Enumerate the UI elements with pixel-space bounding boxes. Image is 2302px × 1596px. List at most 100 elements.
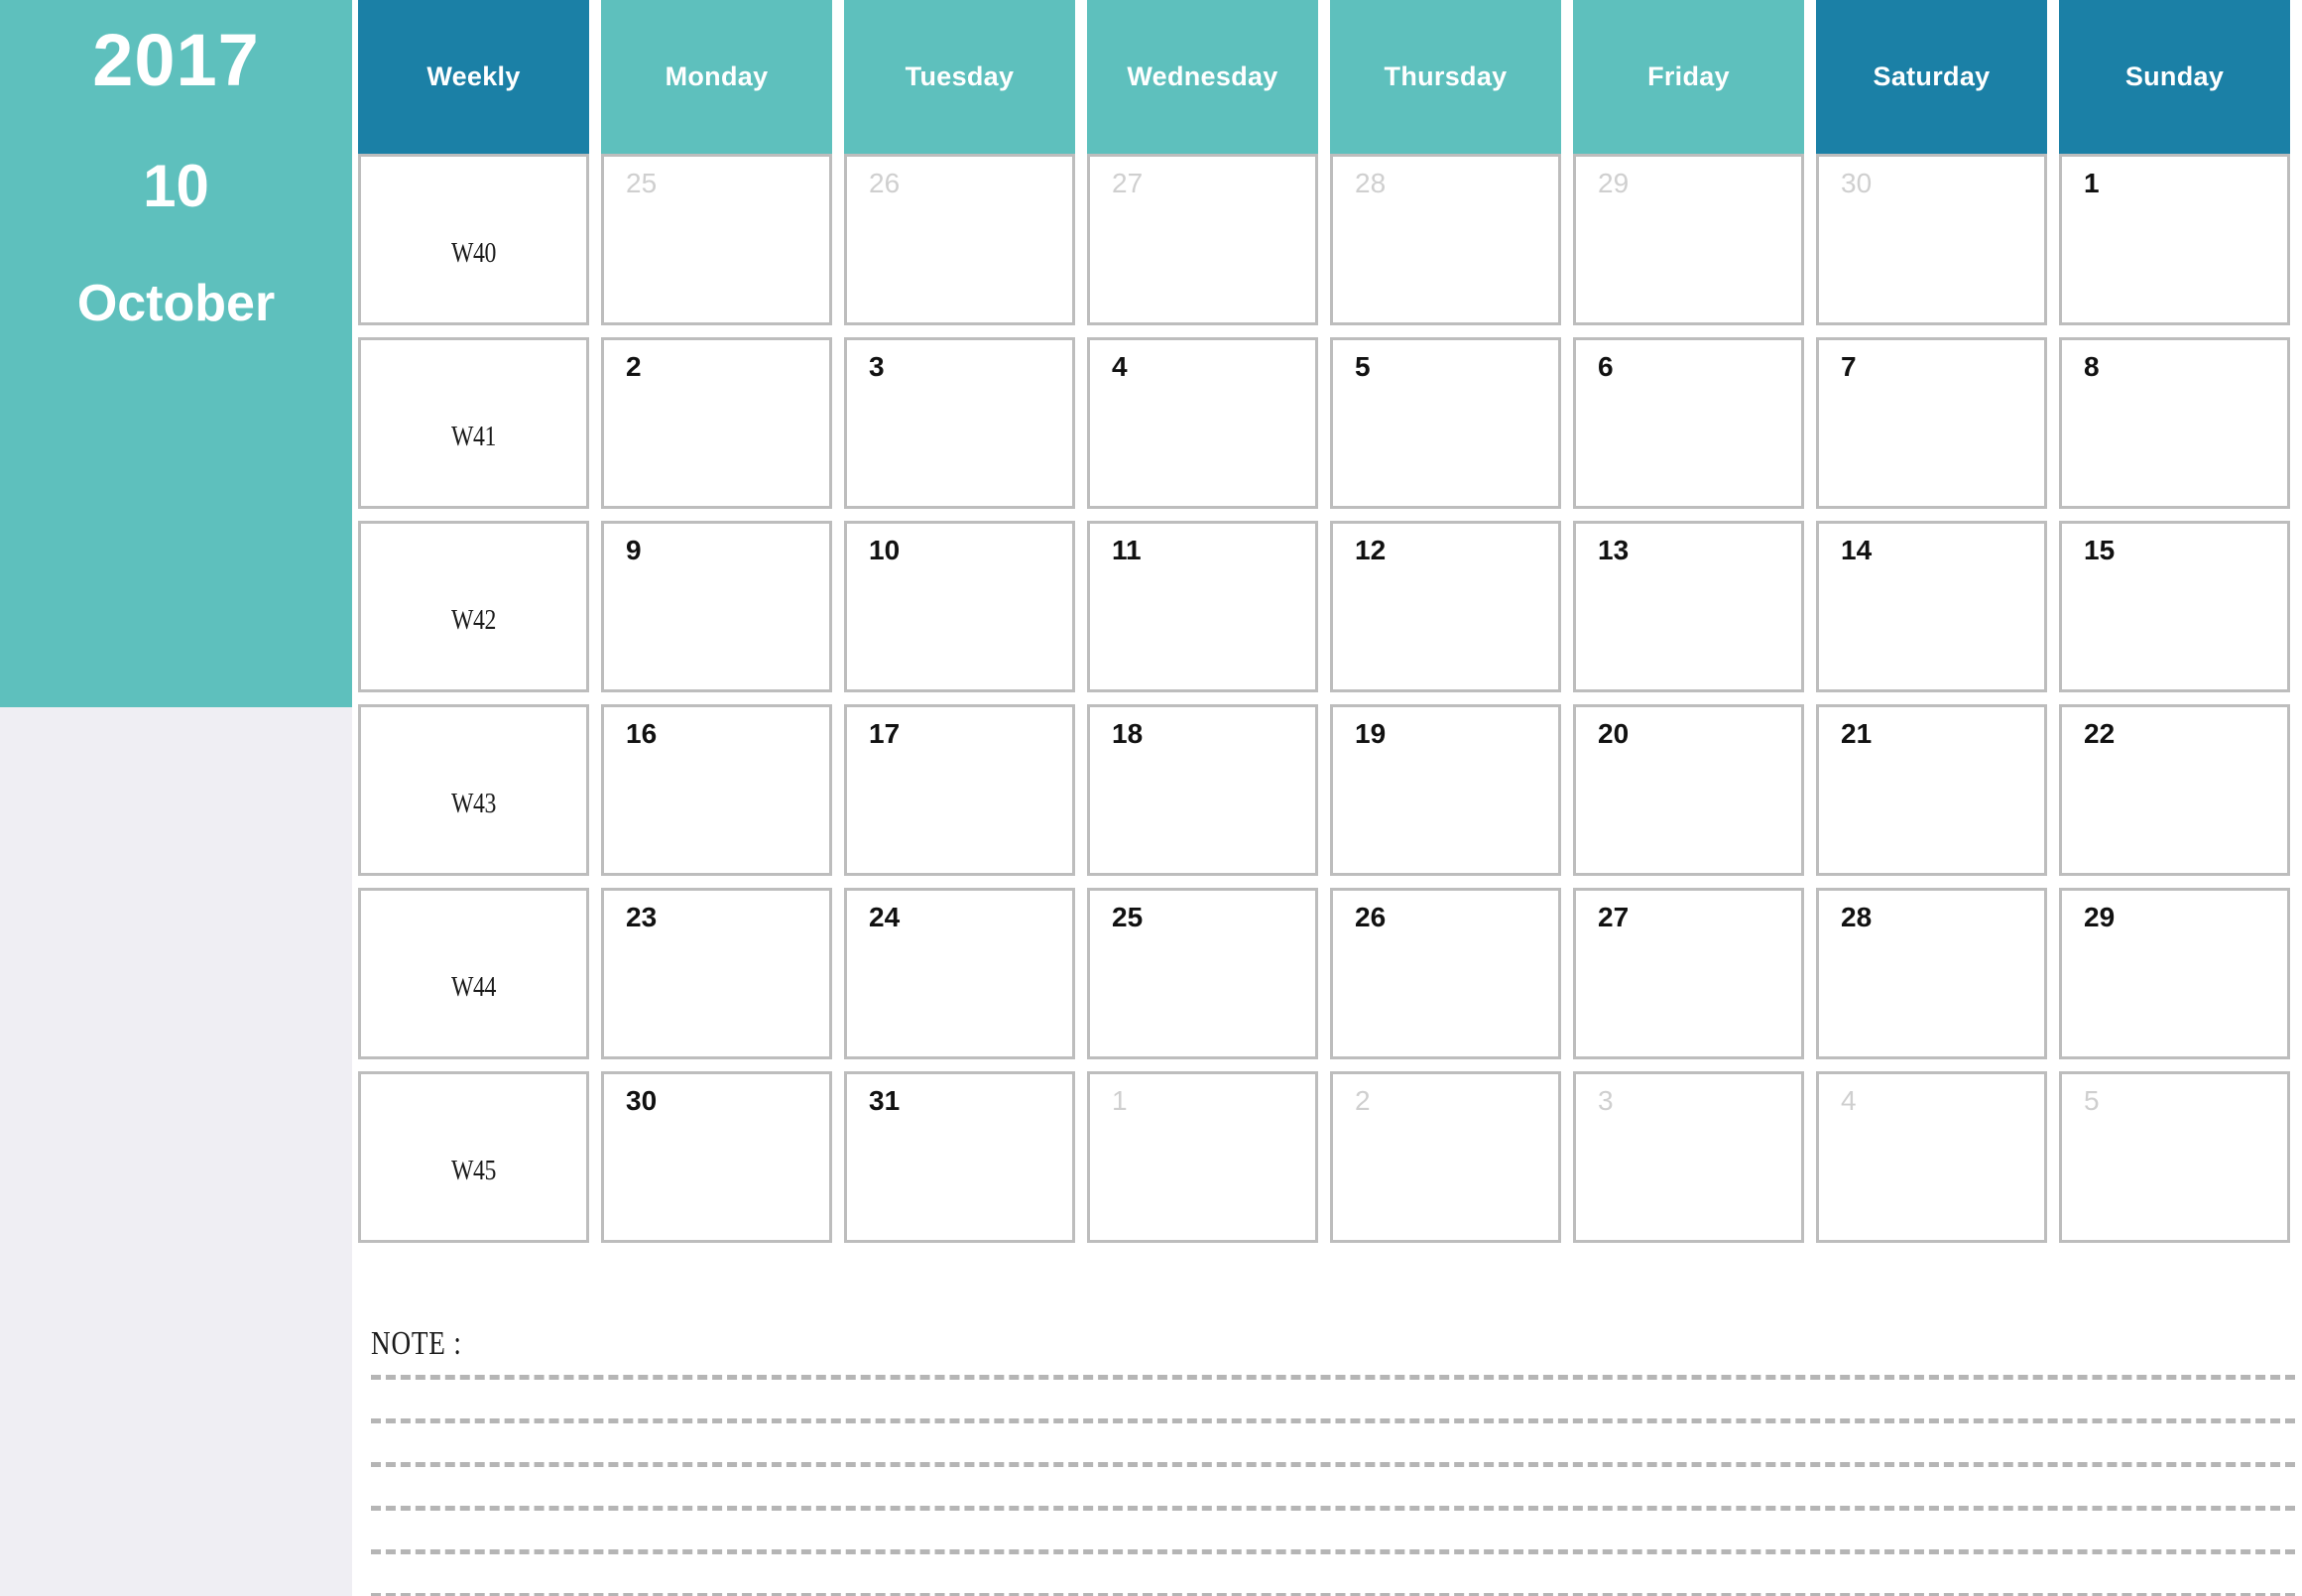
day-number: 30: [626, 1085, 658, 1116]
day-cell[interactable]: 7: [1816, 337, 2047, 509]
note-rule-line[interactable]: [371, 1549, 2295, 1554]
day-cell[interactable]: 8: [2059, 337, 2290, 509]
day-number: 22: [2084, 718, 2116, 749]
week-number-label: W44: [451, 971, 496, 1003]
note-rule-line[interactable]: [371, 1418, 2295, 1423]
day-number: 29: [2084, 902, 2116, 932]
calendar-week-row: W45 30 31 1 2 3 4 5: [358, 1071, 2302, 1243]
day-cell[interactable]: 18: [1087, 704, 1318, 876]
calendar-week-row: W42 9 10 11 12 13 14 15: [358, 521, 2302, 692]
week-number-cell[interactable]: W40: [358, 154, 589, 325]
day-number: 30: [1841, 168, 1873, 198]
note-rule-line[interactable]: [371, 1462, 2295, 1467]
column-header-sunday[interactable]: Sunday: [2059, 0, 2290, 154]
day-cell[interactable]: 22: [2059, 704, 2290, 876]
day-number: 25: [1112, 902, 1144, 932]
day-cell[interactable]: 5: [2059, 1071, 2290, 1243]
day-cell[interactable]: 21: [1816, 704, 2047, 876]
day-cell[interactable]: 1: [1087, 1071, 1318, 1243]
day-number: 3: [869, 351, 885, 382]
day-cell[interactable]: 11: [1087, 521, 1318, 692]
column-header-wednesday[interactable]: Wednesday: [1087, 0, 1318, 154]
day-cell[interactable]: 25: [601, 154, 832, 325]
day-cell[interactable]: 29: [1573, 154, 1804, 325]
day-cell[interactable]: 28: [1330, 154, 1561, 325]
calendar-week-row: W41 2 3 4 5 6 7 8: [358, 337, 2302, 509]
day-cell[interactable]: 17: [844, 704, 1075, 876]
day-number: 17: [869, 718, 901, 749]
day-cell[interactable]: 4: [1816, 1071, 2047, 1243]
day-cell[interactable]: 26: [1330, 888, 1561, 1059]
day-number: 20: [1598, 718, 1630, 749]
day-number: 19: [1355, 718, 1387, 749]
day-cell[interactable]: 23: [601, 888, 832, 1059]
day-cell[interactable]: 26: [844, 154, 1075, 325]
day-number: 2: [1355, 1085, 1371, 1116]
month-sidebar: 2017 10 October: [0, 0, 352, 707]
day-cell[interactable]: 25: [1087, 888, 1318, 1059]
week-number-cell[interactable]: W45: [358, 1071, 589, 1243]
day-cell[interactable]: 16: [601, 704, 832, 876]
day-cell[interactable]: 29: [2059, 888, 2290, 1059]
day-cell[interactable]: 28: [1816, 888, 2047, 1059]
day-cell[interactable]: 10: [844, 521, 1075, 692]
note-rule-line[interactable]: [371, 1375, 2295, 1380]
day-number: 6: [1598, 351, 1614, 382]
year-label: 2017: [92, 19, 260, 101]
day-number: 24: [869, 902, 901, 932]
day-number: 4: [1112, 351, 1128, 382]
day-number: 9: [626, 535, 642, 565]
day-number: 5: [1355, 351, 1371, 382]
day-cell[interactable]: 1: [2059, 154, 2290, 325]
day-cell[interactable]: 24: [844, 888, 1075, 1059]
day-number: 27: [1598, 902, 1630, 932]
day-number: 15: [2084, 535, 2116, 565]
day-cell[interactable]: 2: [601, 337, 832, 509]
day-cell[interactable]: 30: [601, 1071, 832, 1243]
column-header-saturday[interactable]: Saturday: [1816, 0, 2047, 154]
note-lines: [371, 1375, 2295, 1596]
day-cell[interactable]: 12: [1330, 521, 1561, 692]
day-cell[interactable]: 9: [601, 521, 832, 692]
column-header-weekly[interactable]: Weekly: [358, 0, 589, 154]
week-number-label: W43: [451, 788, 496, 819]
week-number-label: W40: [451, 237, 496, 269]
day-cell[interactable]: 19: [1330, 704, 1561, 876]
day-cell[interactable]: 6: [1573, 337, 1804, 509]
day-number: 5: [2084, 1085, 2100, 1116]
day-cell[interactable]: 20: [1573, 704, 1804, 876]
day-number: 4: [1841, 1085, 1857, 1116]
note-section: NOTE :: [371, 1327, 2295, 1596]
calendar-page: 2017 10 October Weekly Monday Tuesday Wedne…: [0, 0, 2302, 1596]
day-cell[interactable]: 31: [844, 1071, 1075, 1243]
day-number: 21: [1841, 718, 1873, 749]
day-cell[interactable]: 4: [1087, 337, 1318, 509]
day-cell[interactable]: 27: [1573, 888, 1804, 1059]
day-cell[interactable]: 3: [1573, 1071, 1804, 1243]
day-cell[interactable]: 15: [2059, 521, 2290, 692]
day-number: 23: [626, 902, 658, 932]
day-number: 16: [626, 718, 658, 749]
day-cell[interactable]: 27: [1087, 154, 1318, 325]
day-cell[interactable]: 5: [1330, 337, 1561, 509]
calendar-header-row: Weekly Monday Tuesday Wednesday Thursday Frid…: [358, 0, 2302, 154]
week-number-cell[interactable]: W44: [358, 888, 589, 1059]
column-header-thursday[interactable]: Thursday: [1330, 0, 1561, 154]
week-number-cell[interactable]: W42: [358, 521, 589, 692]
column-header-tuesday[interactable]: Tuesday: [844, 0, 1075, 154]
week-number-cell[interactable]: W43: [358, 704, 589, 876]
day-number: 31: [869, 1085, 901, 1116]
day-cell[interactable]: 2: [1330, 1071, 1561, 1243]
calendar-week-row: W44 23 24 25 26 27 28 29: [358, 888, 2302, 1059]
column-header-friday[interactable]: Friday: [1573, 0, 1804, 154]
day-cell[interactable]: 14: [1816, 521, 2047, 692]
day-cell[interactable]: 30: [1816, 154, 2047, 325]
month-name-label: October: [76, 275, 276, 332]
day-cell[interactable]: 3: [844, 337, 1075, 509]
note-rule-line[interactable]: [371, 1506, 2295, 1511]
day-cell[interactable]: 13: [1573, 521, 1804, 692]
day-number: 27: [1112, 168, 1144, 198]
week-number-label: W45: [451, 1155, 496, 1186]
column-header-monday[interactable]: Monday: [601, 0, 832, 154]
week-number-cell[interactable]: W41: [358, 337, 589, 509]
